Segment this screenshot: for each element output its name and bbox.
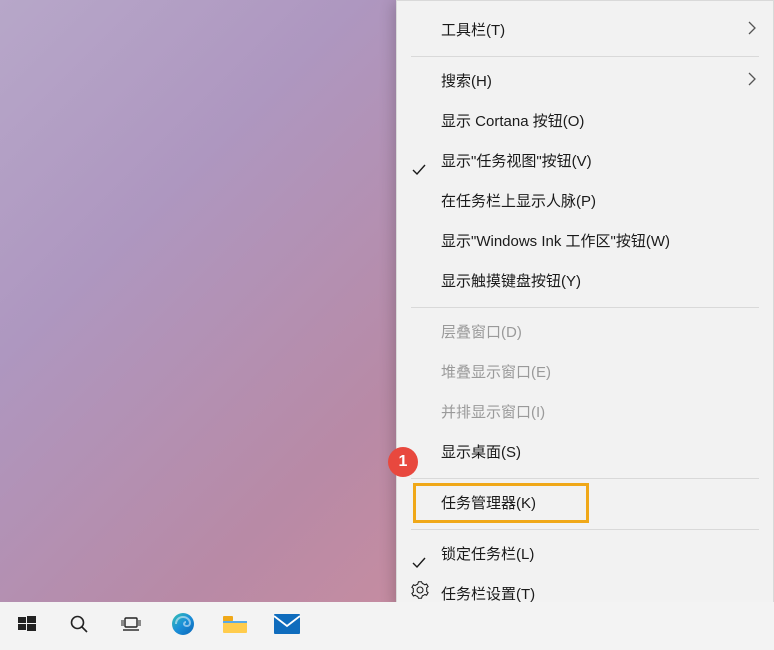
menu-task-manager[interactable]: 任务管理器(K): [397, 484, 773, 524]
file-explorer-button[interactable]: [210, 602, 260, 650]
menu-show-cortana[interactable]: 显示 Cortana 按钮(O): [397, 102, 773, 142]
edge-icon: [170, 611, 196, 642]
menu-cascade: 层叠窗口(D): [397, 313, 773, 353]
menu-sidebyside: 并排显示窗口(I): [397, 393, 773, 433]
edge-button[interactable]: [158, 602, 208, 650]
menu-separator: [411, 307, 759, 308]
menu-sidebyside-label: 并排显示窗口(I): [441, 393, 545, 433]
menu-search[interactable]: 搜索(H): [397, 62, 773, 102]
menu-separator: [411, 529, 759, 530]
desktop-background: 工具栏(T) 搜索(H) 显示 Cortana 按钮(O) 显示"任务视图"按钮…: [0, 0, 774, 650]
menu-stacked-label: 堆叠显示窗口(E): [441, 353, 551, 393]
menu-show-cortana-label: 显示 Cortana 按钮(O): [441, 102, 584, 142]
menu-separator: [411, 478, 759, 479]
search-button[interactable]: [54, 602, 104, 650]
chevron-right-icon: [747, 11, 757, 51]
folder-icon: [222, 613, 248, 640]
check-icon: [411, 154, 427, 170]
menu-show-touchkb[interactable]: 显示触摸键盘按钮(Y): [397, 262, 773, 302]
menu-stacked: 堆叠显示窗口(E): [397, 353, 773, 393]
check-icon: [411, 547, 427, 563]
windows-icon: [18, 615, 36, 638]
mail-button[interactable]: [262, 602, 312, 650]
menu-show-touchkb-label: 显示触摸键盘按钮(Y): [441, 262, 581, 302]
menu-task-manager-label: 任务管理器(K): [441, 484, 536, 524]
search-icon: [69, 614, 89, 639]
menu-search-label: 搜索(H): [441, 62, 492, 102]
menu-show-desktop-label: 显示桌面(S): [441, 433, 521, 473]
chevron-right-icon: [747, 62, 757, 102]
menu-show-people-label: 在任务栏上显示人脉(P): [441, 182, 596, 222]
menu-show-ink-label: 显示"Windows Ink 工作区"按钮(W): [441, 222, 670, 262]
menu-show-taskview[interactable]: 显示"任务视图"按钮(V): [397, 142, 773, 182]
menu-show-desktop[interactable]: 显示桌面(S): [397, 433, 773, 473]
menu-show-people[interactable]: 在任务栏上显示人脉(P): [397, 182, 773, 222]
menu-lock-taskbar[interactable]: 锁定任务栏(L): [397, 535, 773, 575]
taskbar-context-menu: 工具栏(T) 搜索(H) 显示 Cortana 按钮(O) 显示"任务视图"按钮…: [396, 0, 774, 608]
menu-cascade-label: 层叠窗口(D): [441, 313, 522, 353]
menu-toolbar[interactable]: 工具栏(T): [397, 11, 773, 51]
taskview-button[interactable]: [106, 602, 156, 650]
taskbar[interactable]: [0, 602, 774, 650]
mail-icon: [273, 613, 301, 640]
start-button[interactable]: [2, 602, 52, 650]
taskview-icon: [120, 615, 142, 638]
menu-lock-taskbar-label: 锁定任务栏(L): [441, 535, 534, 575]
menu-toolbar-label: 工具栏(T): [441, 11, 505, 51]
menu-show-taskview-label: 显示"任务视图"按钮(V): [441, 142, 592, 182]
menu-separator: [411, 56, 759, 57]
menu-show-ink[interactable]: 显示"Windows Ink 工作区"按钮(W): [397, 222, 773, 262]
